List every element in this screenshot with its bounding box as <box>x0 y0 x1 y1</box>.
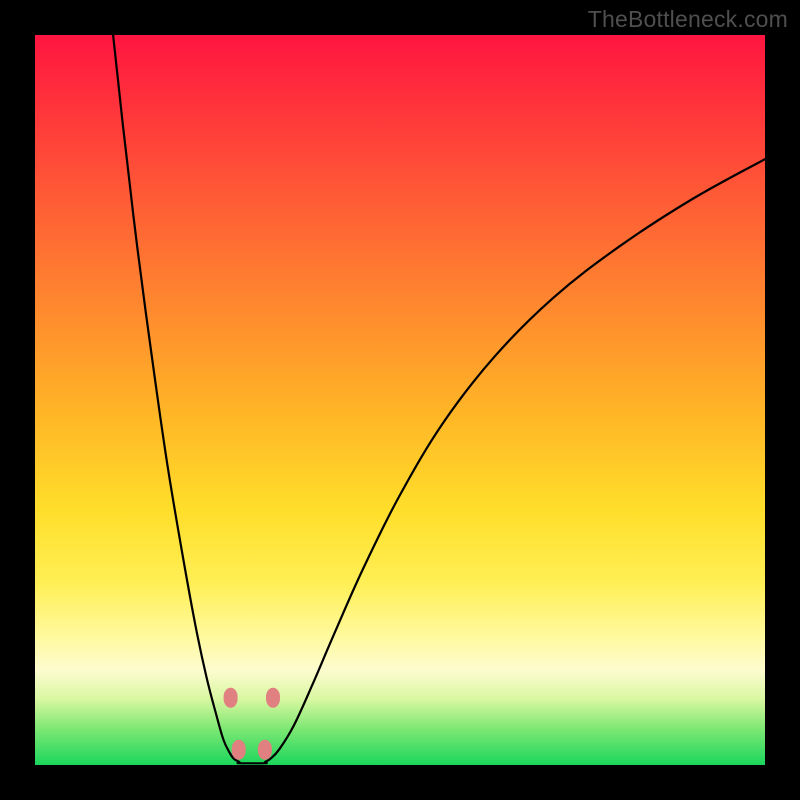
curve-svg <box>35 35 765 765</box>
chart-frame: TheBottleneck.com <box>0 0 800 800</box>
trough-marker <box>224 688 238 708</box>
plot-area <box>35 35 765 765</box>
trough-marker <box>258 740 272 760</box>
trough-markers <box>224 688 280 760</box>
watermark-text: TheBottleneck.com <box>588 6 788 33</box>
bottleneck-curve <box>113 35 765 763</box>
trough-marker <box>266 688 280 708</box>
trough-marker <box>232 740 246 760</box>
